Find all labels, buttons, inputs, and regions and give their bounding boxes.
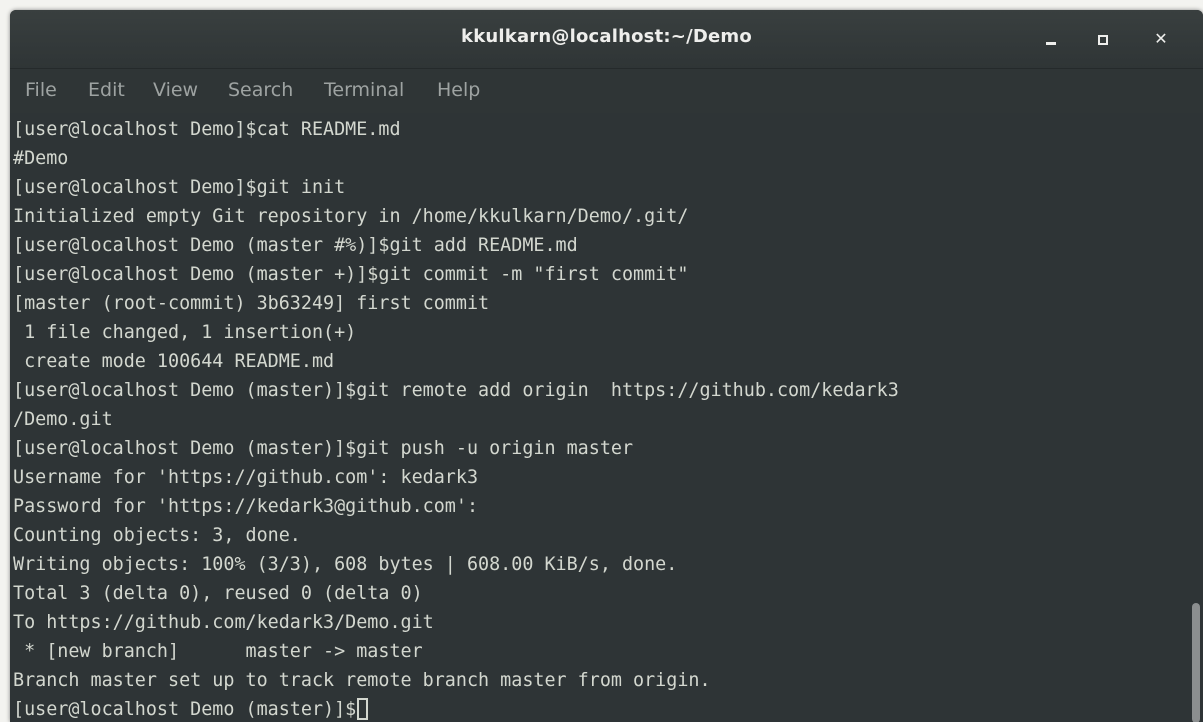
terminal-prompt-line[interactable]: [user@localhost Demo (master)]$ bbox=[13, 695, 369, 722]
close-icon: ✕ bbox=[1154, 29, 1168, 48]
scrollbar[interactable] bbox=[1187, 113, 1203, 722]
terminal-line: * [new branch] master -> master bbox=[13, 641, 423, 662]
terminal-line: [user@localhost Demo]$git init bbox=[13, 177, 346, 198]
window-title: kkulkarn@localhost:~/Demo bbox=[461, 26, 752, 47]
menu-help[interactable]: Help bbox=[437, 79, 480, 101]
terminal-output[interactable]: [user@localhost Demo]$cat README.md #Dem… bbox=[10, 113, 1187, 722]
menu-bar: File Edit View Search Terminal Help bbox=[10, 69, 1203, 113]
menu-search[interactable]: Search bbox=[228, 79, 293, 101]
maximize-icon bbox=[1098, 35, 1108, 45]
menu-edit[interactable]: Edit bbox=[88, 79, 125, 101]
terminal-line: To https://github.com/kedark3/Demo.git bbox=[13, 612, 434, 633]
terminal-window: kkulkarn@localhost:~/Demo ✕ File Edit Vi… bbox=[10, 10, 1203, 722]
minimize-icon bbox=[1046, 42, 1056, 45]
terminal-line: Writing objects: 100% (3/3), 608 bytes |… bbox=[13, 554, 678, 575]
terminal-line: Username for 'https://github.com': kedar… bbox=[13, 467, 479, 488]
menu-view[interactable]: View bbox=[153, 79, 198, 101]
title-bar[interactable]: kkulkarn@localhost:~/Demo ✕ bbox=[10, 10, 1203, 69]
terminal-line: Total 3 (delta 0), reused 0 (delta 0) bbox=[13, 583, 423, 604]
terminal-prompt: [user@localhost Demo (master)]$ bbox=[13, 699, 357, 720]
menu-file[interactable]: File bbox=[25, 79, 57, 101]
close-button[interactable]: ✕ bbox=[1148, 27, 1174, 51]
terminal-line: Password for 'https://kedark3@github.com… bbox=[13, 496, 479, 517]
terminal-line: 1 file changed, 1 insertion(+) bbox=[13, 322, 357, 343]
terminal-line: [user@localhost Demo (master)]$git remot… bbox=[13, 380, 899, 401]
minimize-button[interactable] bbox=[1038, 27, 1064, 51]
terminal-line: [user@localhost Demo (master)]$git push … bbox=[13, 438, 634, 459]
terminal-line: Initialized empty Git repository in /hom… bbox=[13, 206, 689, 227]
terminal-line: [user@localhost Demo (master +)]$git com… bbox=[13, 264, 689, 285]
terminal-line: create mode 100644 README.md bbox=[13, 351, 335, 372]
scrollbar-thumb[interactable] bbox=[1192, 603, 1200, 722]
terminal-line: Counting objects: 3, done. bbox=[13, 525, 301, 546]
terminal-line: /Demo.git bbox=[13, 409, 113, 430]
terminal-line: [user@localhost Demo (master #%)]$git ad… bbox=[13, 235, 578, 256]
maximize-button[interactable] bbox=[1090, 27, 1116, 51]
terminal-line: [user@localhost Demo]$cat README.md bbox=[13, 119, 401, 140]
menu-terminal[interactable]: Terminal bbox=[324, 79, 404, 101]
terminal-line: Branch master set up to track remote bra… bbox=[13, 670, 711, 691]
text-cursor bbox=[357, 698, 369, 720]
terminal-line: [master (root-commit) 3b63249] first com… bbox=[13, 293, 490, 314]
terminal-line: #Demo bbox=[13, 148, 69, 169]
